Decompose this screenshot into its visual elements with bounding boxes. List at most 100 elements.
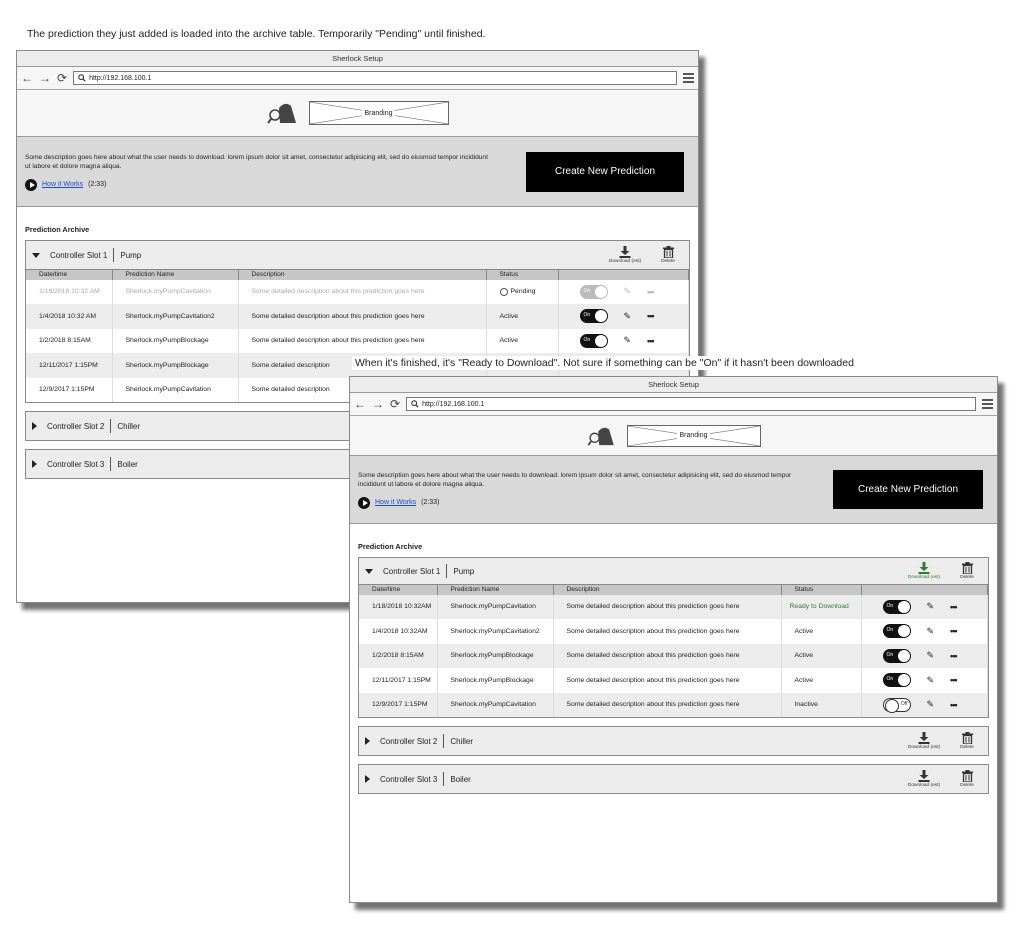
cell-date: 12/11/2017 1:15PM [359, 668, 438, 693]
active-toggle[interactable]: On [579, 333, 608, 348]
slot-name: Controller Slot 2 [380, 736, 438, 746]
trash-icon [961, 562, 973, 574]
edit-pencil-icon[interactable]: ✎ [927, 650, 935, 661]
slot-name: Controller Slot 2 [47, 421, 105, 431]
download-icon [619, 246, 631, 258]
back-arrow-icon[interactable]: ← [21, 72, 33, 84]
slot-header[interactable]: Controller Slot 2 Chiller Download (est)… [359, 727, 988, 755]
caret-right-icon[interactable] [365, 775, 370, 783]
info-description: Some description goes here about what th… [25, 153, 488, 170]
play-icon[interactable] [25, 178, 37, 191]
branding-placeholder: Branding [308, 101, 449, 125]
more-options-icon[interactable]: ••• [950, 700, 958, 710]
how-it-works-link[interactable]: How it Works [375, 499, 416, 506]
edit-pencil-icon[interactable]: ✎ [927, 626, 935, 637]
more-options-icon[interactable]: ••• [950, 651, 958, 661]
address-bar[interactable]: http://192.168.100.1 [73, 71, 677, 85]
table-row: 1/18/2018 10:32 AM Sherlock.myPumpCavita… [26, 279, 689, 304]
caret-right-icon[interactable] [365, 737, 370, 745]
download-button[interactable]: Download (est) [902, 770, 946, 788]
slot-header[interactable]: Controller Slot 1 Pump Download (est) De… [26, 241, 689, 269]
address-bar[interactable]: http://192.168.100.1 [406, 397, 976, 411]
back-arrow-icon[interactable]: ← [354, 398, 366, 410]
edit-pencil-icon[interactable]: ✎ [927, 675, 935, 686]
window-title: Sherlock Setup [350, 377, 997, 393]
edit-pencil-icon[interactable]: ✎ [624, 286, 632, 297]
wireframe-screen-ready: Sherlock Setup ← → ⟳ http://192.168.100.… [349, 376, 998, 903]
how-it-works-link[interactable]: How it Works [42, 181, 83, 188]
active-toggle[interactable]: On [882, 599, 911, 614]
cell-description: Some detailed description about this pre… [238, 328, 487, 353]
caret-down-icon[interactable] [365, 568, 373, 574]
more-options-icon[interactable]: ••• [647, 311, 655, 321]
caret-right-icon[interactable] [32, 422, 37, 430]
slot-header[interactable]: Controller Slot 1 Pump Download (est) De… [359, 558, 988, 584]
cell-date: 1/4/2018 10:32AM [359, 619, 438, 644]
annotation-note-bottom: When it's finished, it's "Ready to Downl… [352, 356, 857, 370]
active-toggle[interactable]: On [882, 673, 911, 688]
slot-name: Controller Slot 3 [47, 459, 105, 469]
sherlock-logo-icon [587, 427, 614, 446]
slot-name: Controller Slot 1 [50, 250, 108, 260]
more-options-icon[interactable]: ••• [950, 626, 958, 636]
edit-pencil-icon[interactable]: ✎ [624, 335, 632, 346]
play-icon[interactable] [358, 496, 370, 509]
more-options-icon[interactable]: ••• [950, 602, 958, 612]
hamburger-menu-icon[interactable] [683, 73, 694, 83]
browser-toolbar: ← → ⟳ http://192.168.100.1 [17, 67, 698, 90]
slot-device: Boiler [450, 774, 471, 784]
active-toggle[interactable]: On [579, 309, 608, 324]
delete-button[interactable]: Delete [653, 246, 683, 264]
window-title: Sherlock Setup [17, 51, 698, 67]
create-new-prediction-button[interactable]: Create New Prediction [526, 151, 684, 192]
active-toggle[interactable]: On [882, 624, 911, 639]
active-toggle[interactable]: On [882, 648, 911, 663]
edit-pencil-icon[interactable]: ✎ [624, 311, 632, 322]
caret-right-icon[interactable] [32, 460, 37, 468]
caret-down-icon[interactable] [32, 252, 40, 258]
cell-name: Sherlock.myPumpBlockage [112, 353, 239, 378]
table-row: 1/2/2018 8:15AM Sherlock.myPumpBlockage … [359, 643, 988, 668]
cell-date: 1/4/2018 10:32 AM [26, 304, 113, 329]
edit-pencil-icon[interactable]: ✎ [927, 699, 935, 710]
active-toggle[interactable]: On [579, 284, 608, 299]
cell-description: Some detailed description about this pre… [553, 643, 782, 668]
delete-button[interactable]: Delete [952, 732, 982, 750]
info-description: Some description goes here about what th… [358, 471, 792, 488]
slot-header[interactable]: Controller Slot 3 Boiler Download (est) … [359, 765, 988, 793]
download-button[interactable]: Download (est) [902, 732, 946, 750]
slot-name: Controller Slot 3 [380, 774, 438, 784]
hamburger-menu-icon[interactable] [982, 399, 993, 409]
create-new-prediction-button[interactable]: Create New Prediction [833, 470, 983, 509]
more-options-icon[interactable]: ••• [950, 675, 958, 685]
table-row: 1/4/2018 10:32 AM Sherlock.myPumpCavitat… [26, 304, 689, 329]
sherlock-logo-icon [266, 103, 296, 124]
controller-slot-2: Controller Slot 2 Chiller Download (est)… [358, 726, 989, 756]
cell-name: Sherlock.myPumpCavitation2 [112, 304, 239, 329]
more-options-icon[interactable]: ••• [647, 336, 655, 346]
table-row: 1/4/2018 10:32AM Sherlock.myPumpCavitati… [359, 619, 988, 644]
prediction-table: Date/time Prediction Name Description St… [359, 584, 988, 717]
col-date: Date/time [359, 584, 438, 595]
forward-arrow-icon[interactable]: → [372, 398, 384, 410]
download-icon [918, 562, 930, 574]
download-icon [918, 732, 930, 744]
edit-pencil-icon[interactable]: ✎ [927, 601, 935, 612]
cell-name: Sherlock.myPumpCavitation [437, 594, 554, 619]
forward-arrow-icon[interactable]: → [39, 72, 51, 84]
col-date: Date/time [26, 269, 113, 280]
col-status: Status [486, 269, 559, 280]
slot-device: Pump [453, 566, 475, 576]
more-options-icon[interactable]: ••• [647, 287, 655, 297]
active-toggle[interactable]: Off [882, 697, 911, 713]
table-row: 1/2/2018 8:15AM Sherlock.myPumpBlockage … [26, 328, 689, 353]
download-button[interactable]: Download (est) [902, 562, 946, 580]
cell-name: Sherlock.myPumpBlockage [437, 668, 554, 693]
reload-icon[interactable]: ⟳ [390, 398, 400, 410]
reload-icon[interactable]: ⟳ [57, 72, 67, 84]
annotation-note-top: The prediction they just added is loaded… [27, 28, 486, 40]
download-button[interactable]: Download (est) [603, 246, 647, 264]
delete-button[interactable]: Delete [952, 562, 982, 580]
delete-button[interactable]: Delete [952, 770, 982, 788]
table-row: 12/11/2017 1:15PM Sherlock.myPumpBlockag… [359, 668, 988, 693]
